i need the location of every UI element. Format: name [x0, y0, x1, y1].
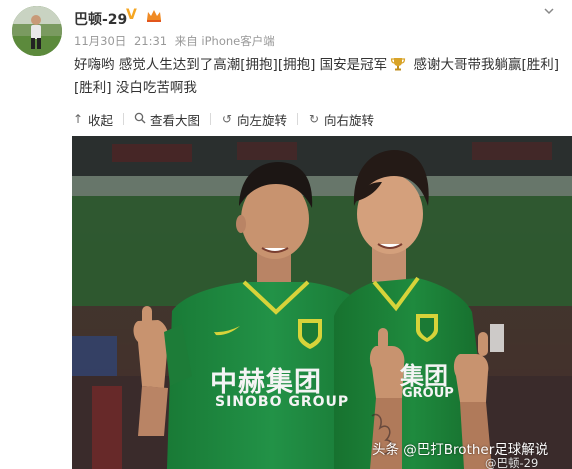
post-date[interactable]: 11月30日 — [74, 34, 126, 48]
weibo-post: 巴顿-29 V 11月30日 21:31 来自 iPhone客户端 好嗨哟 感觉… — [0, 0, 572, 469]
magnifier-icon — [134, 112, 146, 127]
post-meta: 11月30日 21:31 来自 iPhone客户端 — [74, 33, 279, 49]
rotate-left-label: 向左旋转 — [237, 112, 288, 128]
rotate-right-button[interactable]: ↻ 向右旋转 — [308, 110, 374, 129]
avatar-image — [12, 6, 62, 56]
post-text: 好嗨哟 感觉人生达到了高潮[拥抱][拥抱] 国安是冠军 感谢大哥带我躺赢[胜利]… — [74, 54, 562, 100]
username[interactable]: 巴顿-29 — [74, 9, 127, 29]
rotate-left-icon: ↺ — [222, 112, 233, 126]
collapse-button[interactable]: ↑ 收起 — [72, 110, 113, 129]
chevron-down-icon[interactable] — [540, 4, 558, 22]
post-photo[interactable]: 中赫集团 SINOBO GROUP 集团 GROUP 头条 @巴打Brother… — [72, 136, 572, 469]
photo-illustration — [72, 136, 572, 469]
avatar[interactable] — [12, 6, 62, 56]
post-time[interactable]: 21:31 — [134, 34, 167, 48]
jersey-sponsor-en: SINOBO GROUP — [215, 394, 350, 410]
collapse-label: 收起 — [88, 112, 114, 128]
toolbar-divider — [123, 113, 125, 125]
view-large-image-label: 查看大图 — [150, 112, 201, 128]
rotate-right-label: 向右旋转 — [324, 112, 375, 128]
post-text-part1: 好嗨哟 感觉人生达到了高潮[拥抱][拥抱] 国安是冠军 — [74, 57, 388, 73]
jersey-sponsor-en-partial: GROUP — [402, 386, 454, 401]
member-crown-icon — [145, 8, 163, 23]
post-source: 来自 iPhone客户端 — [174, 34, 275, 48]
toolbar-divider — [297, 113, 299, 125]
trophy-icon — [390, 56, 406, 71]
image-toolbar: ↑ 收起 查看大图 ↺ 向左旋转 ↻ 向右旋转 — [72, 108, 384, 130]
toolbar-divider — [210, 113, 212, 125]
rotate-left-button[interactable]: ↺ 向左旋转 — [221, 110, 287, 129]
verified-badge-icon: V — [126, 7, 137, 23]
rotate-right-icon: ↻ — [309, 112, 320, 126]
view-large-image-button[interactable]: 查看大图 — [134, 110, 200, 129]
collapse-up-arrow-icon: ↑ — [72, 112, 84, 126]
weibo-watermark: @巴顿-29 — [485, 456, 539, 469]
